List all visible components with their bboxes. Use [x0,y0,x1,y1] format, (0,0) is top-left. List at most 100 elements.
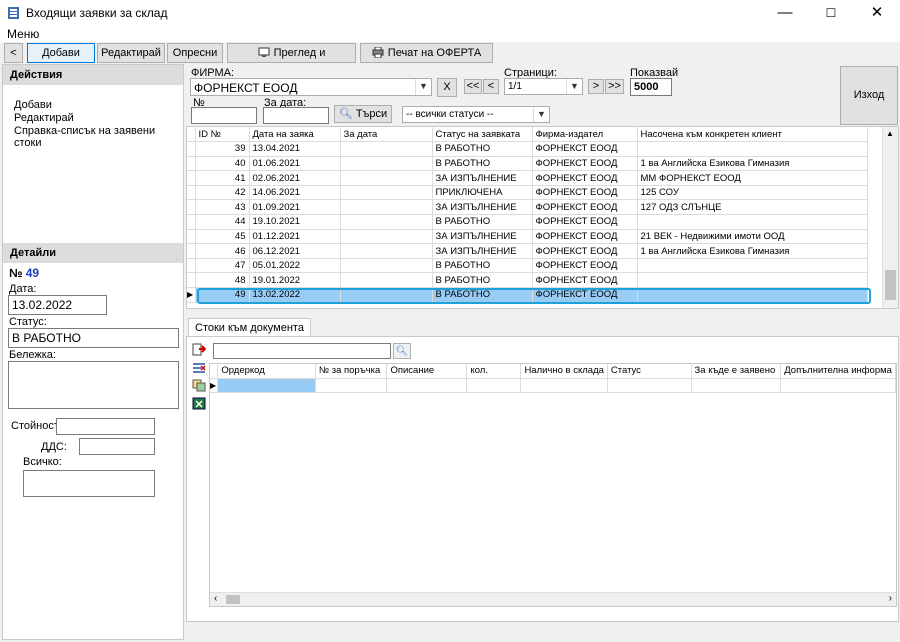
cell-status[interactable]: ЗА ИЗПЪЛНЕНИЕ [432,229,533,245]
table-row[interactable]: 44 19.10.2021 В РАБОТНО ФОРНЕКСТ ЕООД [187,214,868,230]
cell-for-date[interactable] [340,156,433,172]
exit-button[interactable]: Изход [840,66,898,125]
goods-cell[interactable] [607,378,692,393]
cell-firm[interactable]: ФОРНЕКСТ ЕООД [532,214,638,230]
cell-client[interactable] [637,214,868,230]
cell-date[interactable]: 14.06.2021 [249,185,341,201]
table-row[interactable]: 46 06.12.2021 ЗА ИЗПЪЛНЕНИЕ ФОРНЕКСТ ЕООД 1 … [187,243,868,259]
cell-status[interactable]: В РАБОТНО [432,258,533,274]
review-send-button[interactable]: Преглед и изпращане [227,43,356,77]
cell-for-date[interactable] [340,185,433,201]
cell-id[interactable]: 39 [195,141,250,157]
cell-firm[interactable]: ФОРНЕКСТ ЕООД [532,243,638,259]
cell-client[interactable]: 127 ОДЗ СЛЪНЦЕ [637,199,868,216]
col-header-qty[interactable]: кол. [466,364,522,379]
cell-client[interactable] [637,258,868,274]
vat-field[interactable] [79,438,155,455]
cell-status[interactable]: В РАБОТНО [432,141,533,157]
cell-firm[interactable]: ФОРНЕКСТ ЕООД [532,229,638,245]
table-row[interactable]: 48 19.01.2022 В РАБОТНО ФОРНЕКСТ ЕООД [187,272,868,289]
note-field[interactable] [8,361,179,409]
goods-search-button[interactable]: 🔍︎ [393,343,411,359]
col-header-status[interactable]: Статус на заявката [432,127,533,143]
col-header-ordercode[interactable]: Ордеркод [217,364,316,379]
col-header-client[interactable]: Насочена към конкретен клиент [637,127,868,143]
cell-firm[interactable]: ФОРНЕКСТ ЕООД [532,185,638,201]
cell-for-date[interactable] [340,214,433,230]
cell-firm[interactable]: ФОРНЕКСТ ЕООД [532,199,638,216]
cell-id[interactable]: 46 [195,243,250,259]
cell-for-date[interactable] [340,199,433,216]
cell-status[interactable]: В РАБОТНО [432,156,533,172]
cell-status[interactable]: В РАБОТНО [432,287,533,303]
goods-cell[interactable] [466,378,522,393]
cell-for-date[interactable] [340,141,433,157]
search-button[interactable]: 🔍︎ Търси [334,105,392,123]
goods-search-input[interactable] [213,343,391,359]
grid-scroll-thumb[interactable] [885,270,896,300]
first-page-button[interactable]: << [464,79,482,94]
cell-for-date[interactable] [340,243,433,259]
action-add-link[interactable]: Добави [14,99,52,111]
cell-id[interactable]: 48 [195,272,250,289]
value-field[interactable] [56,418,155,435]
print-offer-button[interactable]: Печат на ОФЕРТА [360,43,493,63]
cell-id[interactable]: 44 [195,214,250,230]
cell-client[interactable] [637,272,868,289]
prev-page-button[interactable]: < [483,79,499,94]
goods-cell[interactable] [315,378,388,393]
table-row[interactable]: 42 14.06.2021 ПРИКЛЮЧЕНА ФОРНЕКСТ ЕООД 125 С… [187,185,868,201]
back-button[interactable]: < [4,43,23,63]
cell-date[interactable]: 19.10.2021 [249,214,341,230]
cell-id[interactable]: 40 [195,156,250,172]
cell-firm[interactable]: ФОРНЕКСТ ЕООД [532,272,638,289]
cell-client[interactable]: ММ ФОРНЕКСТ ЕООД [637,170,868,186]
goods-cell[interactable] [386,378,468,393]
cell-client[interactable]: 21 ВЕК - Недвижими имоти ООД [637,229,868,245]
goods-scroll-thumb[interactable] [226,595,240,604]
cell-date[interactable]: 05.01.2022 [249,258,341,274]
col-header-order-no[interactable]: № за поръчка [315,364,388,379]
status-field[interactable]: В РАБОТНО [8,328,179,348]
minimize-icon[interactable]: — [762,0,808,26]
cell-date[interactable]: 06.12.2021 [249,243,341,259]
page-select[interactable]: 1/1 ▼ [504,78,583,95]
table-row[interactable]: 41 02.06.2021 ЗА ИЗПЪЛНЕНИЕ ФОРНЕКСТ ЕООД ММ… [187,170,868,186]
cell-for-date[interactable] [340,272,433,289]
remove-row-icon[interactable] [192,361,206,374]
goods-new-row[interactable]: ▶ [210,378,896,393]
cell-id[interactable]: 42 [195,185,250,201]
tab-goods[interactable]: Стоки към документа [188,318,311,337]
cell-firm[interactable]: ФОРНЕКСТ ЕООД [532,170,638,186]
goods-cell[interactable] [691,378,782,393]
cell-date[interactable]: 01.06.2021 [249,156,341,172]
copy-icon[interactable] [192,379,206,392]
goods-horizontal-scrollbar[interactable]: ‹ › [210,592,896,606]
cell-firm[interactable]: ФОРНЕКСТ ЕООД [532,258,638,274]
number-filter-input[interactable] [191,107,257,124]
cell-status[interactable]: ЗА ИЗПЪЛНЕНИЕ [432,243,533,259]
cell-client[interactable]: 1 ва Английска Езикова Гимназия [637,156,868,172]
col-header-goods-status[interactable]: Статус [607,364,692,379]
cell-for-date[interactable] [340,287,433,303]
for-date-input[interactable] [263,107,329,124]
cell-client[interactable] [637,141,868,157]
action-report-link[interactable]: Справка-списък на заявени стоки [14,125,183,149]
table-row[interactable]: 45 01.12.2021 ЗА ИЗПЪЛНЕНИЕ ФОРНЕКСТ ЕООД 21… [187,229,868,245]
cell-date[interactable]: 13.04.2021 [249,141,341,157]
cell-status[interactable]: В РАБОТНО [432,214,533,230]
cell-firm[interactable]: ФОРНЕКСТ ЕООД [532,141,638,157]
grid-vertical-scrollbar[interactable]: ▲ [882,127,898,308]
refresh-button[interactable]: Опресни [167,43,223,63]
cell-status[interactable]: ЗА ИЗПЪЛНЕНИЕ [432,199,533,216]
cell-for-date[interactable] [340,258,433,274]
maximize-icon[interactable]: ☐ [808,0,854,26]
col-header-id[interactable]: ID № [195,127,250,143]
col-header-firm[interactable]: Фирма-издател [532,127,638,143]
cell-id[interactable]: 49 [195,287,250,303]
col-header-stock[interactable]: Налично в склада [520,364,608,379]
action-edit-link[interactable]: Редактирай [14,112,74,124]
table-row[interactable]: 43 01.09.2021 ЗА ИЗПЪЛНЕНИЕ ФОРНЕКСТ ЕООД 12… [187,199,868,216]
cell-id[interactable]: 41 [195,170,250,186]
add-button[interactable]: Добави [27,43,95,63]
